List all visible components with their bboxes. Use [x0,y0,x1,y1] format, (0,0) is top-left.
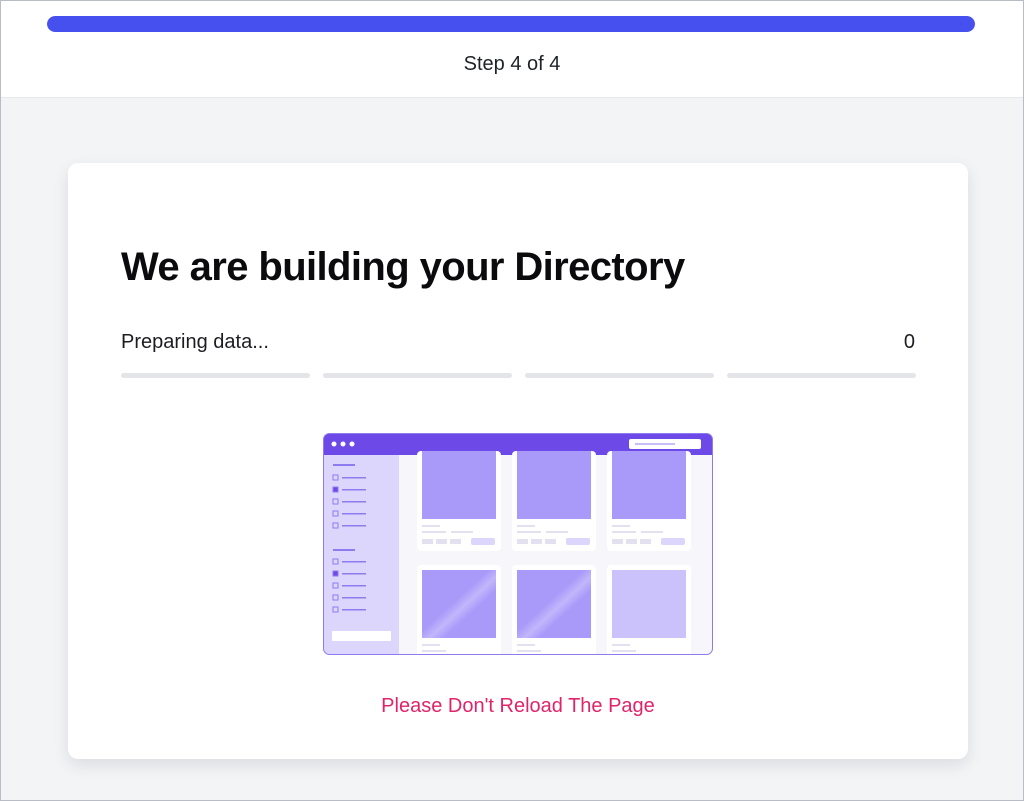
wizard-header: Step 4 of 4 [1,1,1023,98]
build-card: We are building your Directory Preparing… [68,163,968,759]
step-label: Step 4 of 4 [463,53,561,75]
progress-segment [727,373,916,378]
directory-preview-illustration [323,433,713,655]
progress-segment [121,373,310,378]
app-frame: Step 4 of 4 We are building your Directo… [0,0,1024,801]
page-title: We are building your Directory [121,245,685,289]
progress-segment [323,373,512,378]
build-count: 0 [903,331,915,353]
step-progress-bar [47,16,975,32]
progress-segment [525,373,714,378]
reload-warning: Please Don't Reload The Page [381,695,655,717]
build-progress-segments [121,373,916,378]
step-progress-fill [47,16,975,32]
build-status-text: Preparing data... [121,331,269,353]
